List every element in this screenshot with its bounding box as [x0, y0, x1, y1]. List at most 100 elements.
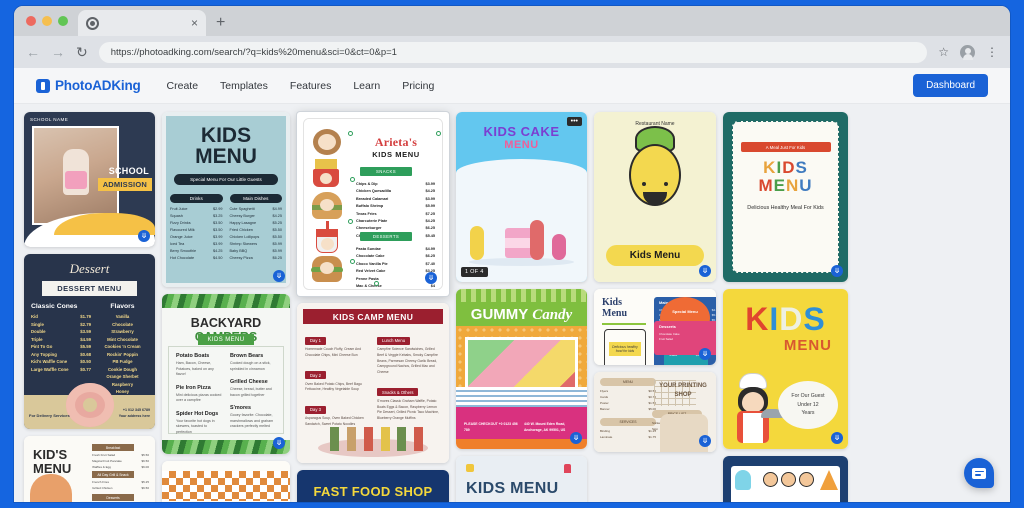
template-card-kids-camp-menu[interactable]: KIDS CAMP MENU Day 1 Homemade Couch Fluf…	[297, 303, 449, 463]
menu-row: Pasta Sundae $4.99	[356, 246, 435, 253]
section-breakfast: Breakfast	[92, 444, 135, 452]
menu-item-price: $4.99	[425, 247, 435, 251]
download-icon[interactable]: ⤋	[138, 230, 150, 242]
flavor-item: Cookies 'n Cream	[104, 344, 141, 350]
site-logo[interactable]: PhotoADKing	[36, 78, 141, 93]
boy-illustration	[30, 474, 72, 502]
template-card-print-shop[interactable]: MENU Flyers $0.50 Cards $0.75 Poster $1.50 …	[594, 372, 716, 452]
camp-day1-items: Homemade Couch Fluffy, Cream And Chocola…	[305, 347, 362, 357]
nav-item-learn[interactable]: Learn	[353, 80, 380, 92]
camp-day3-items: Asparagus Soup, Oven Baked Chicken Sandw…	[305, 416, 364, 426]
green-ribbon: A Meal Just For Kids	[740, 142, 831, 152]
pineapple-icon	[629, 144, 681, 206]
download-icon[interactable]: ⤋	[273, 437, 285, 449]
template-card-dessert-menu[interactable]: Dessert DESSERT MENU Classic Cones Kid $1…	[24, 254, 155, 429]
menu-row: Fizzy Drinks $3.50	[170, 220, 223, 227]
menu-item-price: $3.50	[212, 221, 223, 226]
arietas-brand: Arieta's	[374, 135, 418, 149]
template-card-pineapple-kids-menu[interactable]: Restaurant Name Kids Menu ⤋	[594, 112, 716, 282]
template-card-kids-menu-teal[interactable]: KIDS MENU Special Menu For Our Little Gu…	[162, 112, 290, 287]
drinks-list: Fruit Juice $2.99 Squash $3.25 Fizzy Drinks $…	[170, 206, 223, 262]
menu-row: Breaded Calamari $3.99	[356, 196, 435, 203]
kidsmenu-blue-title: KIDS MENU	[466, 480, 559, 497]
minimize-window-button[interactable]	[42, 16, 52, 26]
template-card-kids-menu-landscape[interactable]: Kids Menu Delicious healthy food for kid…	[594, 289, 716, 365]
more-options-icon[interactable]: •••	[566, 117, 582, 126]
menu-item-name: Shrimp Skewers	[229, 242, 258, 247]
close-window-button[interactable]	[26, 16, 36, 26]
nav-item-pricing[interactable]: Pricing	[402, 80, 434, 92]
menu-item-name: Orange Juice	[170, 235, 193, 240]
template-card-fast-food-shop[interactable]: FAST FOOD SHOP KID'S MENU	[297, 470, 449, 502]
menu-row: Penne Pasta$5.10	[356, 276, 435, 283]
backyard-items: Potato Boats Ham, Bacon, Cheese, Potatoes…	[169, 347, 283, 449]
menu-item-name: Chicken Quesadilla	[356, 189, 392, 194]
download-icon[interactable]: ⤋	[831, 265, 843, 277]
template-card-kids-menu-bottom[interactable]: KID'S MENU Breakfast Fresh Fruit Salad $5…	[24, 436, 155, 502]
template-card-kids-cake-menu[interactable]: KIDS CAKE MENU ••• 1 OF 4	[456, 112, 587, 282]
yellow-badge: For Our Guest Under 12 Years	[778, 381, 838, 429]
browser-menu-icon[interactable]: ⋮	[986, 46, 998, 58]
menu-item-price: $5.59	[80, 344, 91, 350]
dessert-cone-list: Kid $1.79 Single $2.79 Double $3.59 Triple $4.5…	[31, 313, 91, 373]
menu-item-name: Happy Lasagne	[229, 221, 257, 226]
nav-item-templates[interactable]: Templates	[220, 80, 268, 92]
download-icon[interactable]: ⤋	[570, 432, 582, 444]
back-icon[interactable]: ←	[26, 45, 40, 59]
pineapple-title: Kids Menu	[606, 245, 704, 266]
nav-item-create[interactable]: Create	[167, 80, 199, 92]
photoadking-favicon	[86, 16, 99, 30]
gummy-bottom-band	[456, 439, 587, 449]
green-title-menu: MENU	[758, 176, 813, 195]
chat-widget-button[interactable]	[964, 458, 994, 488]
download-icon[interactable]: ⤋	[425, 272, 437, 284]
menu-row: Squash $3.25	[170, 213, 223, 220]
download-icon[interactable]: ⤋	[831, 432, 843, 444]
close-tab-icon[interactable]: ×	[191, 17, 198, 29]
template-card-gummy-candy[interactable]: GUMMY Candy PLEASE CHECKOUT +0 0123 456 …	[456, 289, 587, 449]
download-icon[interactable]: ⤋	[273, 270, 285, 282]
template-grid: SCHOOL NAME SCHOOL ADMISSION ⤋ Dessert D…	[14, 104, 1010, 502]
template-card-yellow-kids-menu[interactable]: KIDS MENU For Our Guest Under 12 Years ⤋	[723, 289, 848, 449]
bookmark-star-icon[interactable]: ☆	[938, 45, 949, 59]
nav-item-features[interactable]: Features	[290, 80, 331, 92]
menu-item-name: Kid	[31, 314, 38, 319]
template-card-arietas-kids-menu[interactable]: Arieta's KIDS MENU SNACKS Chips & Dip $3.…	[303, 118, 443, 290]
page-badge: 1 OF 4	[461, 267, 488, 277]
download-icon[interactable]: ⤋	[699, 265, 711, 277]
forward-icon[interactable]: →	[51, 45, 65, 59]
green-title-kids: KIDS	[763, 158, 808, 177]
menu-item-price: $5.99	[272, 242, 282, 247]
dashboard-button[interactable]: Dashboard	[913, 74, 988, 97]
scout-icon	[414, 427, 424, 451]
maximize-window-button[interactable]	[58, 16, 68, 26]
arietas-section-desserts: DESSERTS	[360, 232, 412, 241]
download-icon[interactable]: ⤋	[699, 348, 711, 360]
template-card-backyard-campers[interactable]: BACKYARD CAMPERS KIDS MENU Potato BoatsH…	[162, 294, 290, 454]
browser-window: × + ← → ↻ https://photoadking.com/search…	[14, 6, 1010, 502]
profile-avatar-icon[interactable]	[960, 44, 975, 60]
template-card-happiness[interactable]: HAPPINESS	[723, 456, 848, 502]
decor-flag	[564, 464, 571, 473]
reload-icon[interactable]: ↻	[76, 45, 88, 59]
bear-mascot-icon	[310, 127, 346, 157]
backyard-item-desc: Ham, Bacon, Cheese, Potatoes, baked on a…	[176, 361, 214, 377]
kidsmenu-teal-title: KIDS MENU	[195, 124, 257, 168]
browser-toolbar: ← → ↻ https://photoadking.com/search/?q=…	[14, 36, 1010, 68]
template-card-checkered[interactable]	[162, 461, 290, 502]
template-card-kids-menu-blue[interactable]: KIDS MENU	[456, 456, 587, 502]
menu-item-price: $6.25	[425, 254, 435, 259]
decor-square	[466, 464, 474, 472]
grid-column-1: SCHOOL NAME SCHOOL ADMISSION ⤋ Dessert D…	[24, 112, 155, 502]
template-card-kids-menu-green[interactable]: A Meal Just For Kids KIDS MENU Delicious…	[723, 112, 848, 282]
address-bar[interactable]: https://photoadking.com/search/?q=kids%2…	[98, 41, 928, 63]
template-card-school-admission[interactable]: SCHOOL NAME SCHOOL ADMISSION ⤋	[24, 112, 155, 247]
download-icon[interactable]: ⤋	[699, 435, 711, 447]
menu-item-name: Buffalo Shrimp	[356, 204, 384, 209]
browser-tab[interactable]: ×	[78, 10, 206, 36]
menu-item-price: $5.50	[272, 228, 282, 233]
kids-camp-title: KIDS CAMP MENU	[303, 309, 443, 324]
menu-row: Double $3.59	[31, 328, 91, 336]
new-tab-button[interactable]: +	[216, 14, 225, 32]
dessert-col1-heading: Classic Cones	[31, 303, 78, 310]
